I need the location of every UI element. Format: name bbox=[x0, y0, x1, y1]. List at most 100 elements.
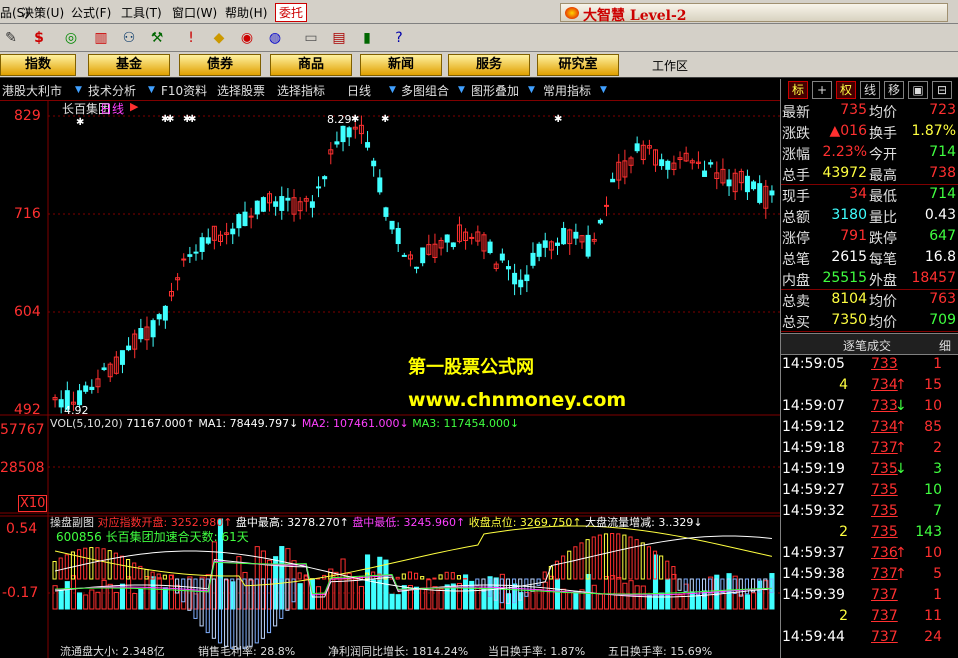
tab-plus[interactable]: + bbox=[812, 81, 832, 99]
workarea-label[interactable]: 工作区 bbox=[652, 57, 688, 74]
candle-body bbox=[420, 247, 426, 264]
menu-item-window[interactable]: 窗口(W) bbox=[172, 4, 217, 21]
menu-item-trade[interactable]: 委托 bbox=[275, 3, 308, 22]
help-pointer-icon[interactable]: ? bbox=[388, 27, 410, 49]
subbar-technical[interactable]: 技术分析 bbox=[88, 82, 136, 99]
volume-bar bbox=[610, 575, 616, 610]
dropdown-arrow-icon[interactable]: ▼ bbox=[600, 85, 607, 95]
tab-quote[interactable]: 标 bbox=[788, 81, 808, 99]
tick-volume: 85 bbox=[924, 419, 942, 435]
price-axis-2: 716 bbox=[14, 206, 41, 222]
dollar-icon[interactable]: $ bbox=[28, 27, 50, 49]
brand-logo-icon bbox=[565, 7, 579, 19]
collapse-icon[interactable]: ⊟ bbox=[932, 81, 952, 99]
volume-bar bbox=[297, 583, 303, 610]
subbar-daily[interactable]: 日线 bbox=[347, 82, 371, 99]
tab-move[interactable]: 移 bbox=[884, 81, 904, 99]
tick-price: 735 bbox=[871, 482, 898, 498]
subbar-select-indicator[interactable]: 选择指标 bbox=[277, 82, 325, 99]
subbar-hk-market[interactable]: 港股大利市 bbox=[2, 82, 62, 99]
tick-row: 14:59:12 734 ↑ 85 bbox=[781, 418, 958, 439]
panel-toggle-icon[interactable]: ▣ bbox=[908, 81, 928, 99]
tick-price: 733 bbox=[871, 398, 898, 414]
candle-body bbox=[89, 386, 95, 391]
tab-rights[interactable]: 权 bbox=[836, 81, 856, 99]
detail-tab[interactable]: 细 bbox=[939, 337, 951, 354]
menu-item-formula[interactable]: 公式(F) bbox=[71, 4, 111, 21]
indicator-bar bbox=[95, 547, 100, 580]
dropdown-arrow-icon[interactable]: ▼ bbox=[458, 85, 465, 95]
nav-research-button[interactable]: 研究室 bbox=[537, 54, 619, 76]
indicator-bar bbox=[291, 578, 296, 603]
vol-label: VOL(5,10,20) bbox=[50, 417, 123, 430]
tick-price: 737 bbox=[871, 566, 898, 582]
nav-commodity-button[interactable]: 商品 bbox=[270, 54, 352, 76]
nav-index-button[interactable]: 指数 bbox=[0, 54, 76, 76]
indicator-bar bbox=[119, 555, 125, 580]
menu-item-help[interactable]: 帮助(H) bbox=[225, 4, 267, 21]
vol-header: VOL(5,10,20) 71167.000↑ MA1: 78449.797↓ … bbox=[50, 417, 519, 430]
candle-body bbox=[573, 231, 579, 239]
dropdown-arrow-icon[interactable]: ▼ bbox=[528, 85, 535, 95]
candle-body bbox=[505, 266, 511, 270]
tab-line[interactable]: 线 bbox=[860, 81, 880, 99]
bars-icon[interactable]: ▥ bbox=[90, 27, 112, 49]
candle-body bbox=[769, 190, 775, 196]
indicator-bar bbox=[297, 572, 302, 580]
volume-bar bbox=[95, 591, 101, 610]
subbar-f10[interactable]: F10资料 bbox=[161, 82, 207, 99]
chart-icon[interactable]: ◉ bbox=[236, 27, 258, 49]
diamond-icon[interactable]: ◆ bbox=[208, 27, 230, 49]
tools-icon[interactable]: ⚒ bbox=[146, 27, 168, 49]
info-label: 均价 bbox=[869, 105, 897, 121]
tick-time: 14:59:07 bbox=[782, 398, 845, 414]
subbar-common-indicators[interactable]: 常用指标 bbox=[543, 82, 591, 99]
dropdown-arrow-icon[interactable]: ▼ bbox=[148, 85, 155, 95]
volume-bar bbox=[603, 576, 610, 610]
tick-price: 734 bbox=[871, 419, 898, 435]
alert-icon[interactable]: ! bbox=[180, 27, 202, 49]
nav-news-button[interactable]: 新闻 bbox=[360, 54, 442, 76]
status-turnover-5d: 五日换手率: 15.69% bbox=[608, 645, 713, 658]
indicator-bar bbox=[64, 554, 69, 580]
info-value: 1.87% bbox=[911, 123, 956, 139]
vol-ma1: MA1: 78449.797↓ bbox=[198, 417, 299, 430]
candle-body bbox=[273, 201, 279, 207]
subbar-multi-chart[interactable]: 多图组合 bbox=[401, 82, 449, 99]
info-value: 714 bbox=[929, 144, 956, 160]
candle-body bbox=[585, 234, 591, 257]
dropdown-arrow-icon[interactable]: ▼ bbox=[75, 85, 82, 95]
indicator-bar bbox=[395, 576, 400, 580]
indicator-bar bbox=[616, 533, 621, 580]
glasses-icon[interactable]: ◎ bbox=[60, 27, 82, 49]
dropdown-arrow-icon[interactable]: ▼ bbox=[389, 85, 396, 95]
vol-axis-mid: 28508 bbox=[0, 460, 45, 476]
volume-bar bbox=[640, 585, 646, 610]
indicator-bar bbox=[677, 578, 682, 591]
books-icon[interactable]: ▮ bbox=[356, 27, 378, 49]
volume-bar bbox=[113, 591, 119, 610]
indicator-bar bbox=[254, 578, 259, 644]
report-icon[interactable]: ▤ bbox=[328, 27, 350, 49]
nav-fund-button[interactable]: 基金 bbox=[88, 54, 170, 76]
kline-chart[interactable]: ✱ ✱✱ ✱✱ ✱ ✱ ✱ bbox=[0, 101, 780, 658]
indicator-bar bbox=[634, 539, 639, 580]
indicator-bar bbox=[573, 546, 578, 580]
arrow-up-icon: ↑ bbox=[895, 440, 907, 456]
globe-icon[interactable]: ◍ bbox=[264, 27, 286, 49]
window-icon[interactable]: ▭ bbox=[300, 27, 322, 49]
tick-list[interactable]: 14:59:05 733 1 4 734 ↑ 15 14:59:07 733 ↓ 10 14:59:1… bbox=[781, 355, 958, 658]
menu-item-decision[interactable]: 决策(U) bbox=[22, 4, 64, 21]
subbar-select-stock[interactable]: 选择股票 bbox=[217, 82, 265, 99]
binoculars-icon[interactable]: ⚇ bbox=[118, 27, 140, 49]
marker-icon: ✱ bbox=[76, 117, 84, 128]
nav-bond-button[interactable]: 债券 bbox=[179, 54, 261, 76]
info-label: 跌停 bbox=[869, 231, 897, 247]
menu-item-tools[interactable]: 工具(T) bbox=[121, 4, 162, 21]
nav-service-button[interactable]: 服务 bbox=[448, 54, 530, 76]
info-label: 均价 bbox=[869, 315, 897, 331]
pen-icon[interactable]: ✎ bbox=[0, 27, 22, 49]
tick-time: 14:59:32 bbox=[782, 503, 845, 519]
subbar-overlay[interactable]: 图形叠加 bbox=[471, 82, 519, 99]
indicator-bar bbox=[444, 571, 449, 580]
